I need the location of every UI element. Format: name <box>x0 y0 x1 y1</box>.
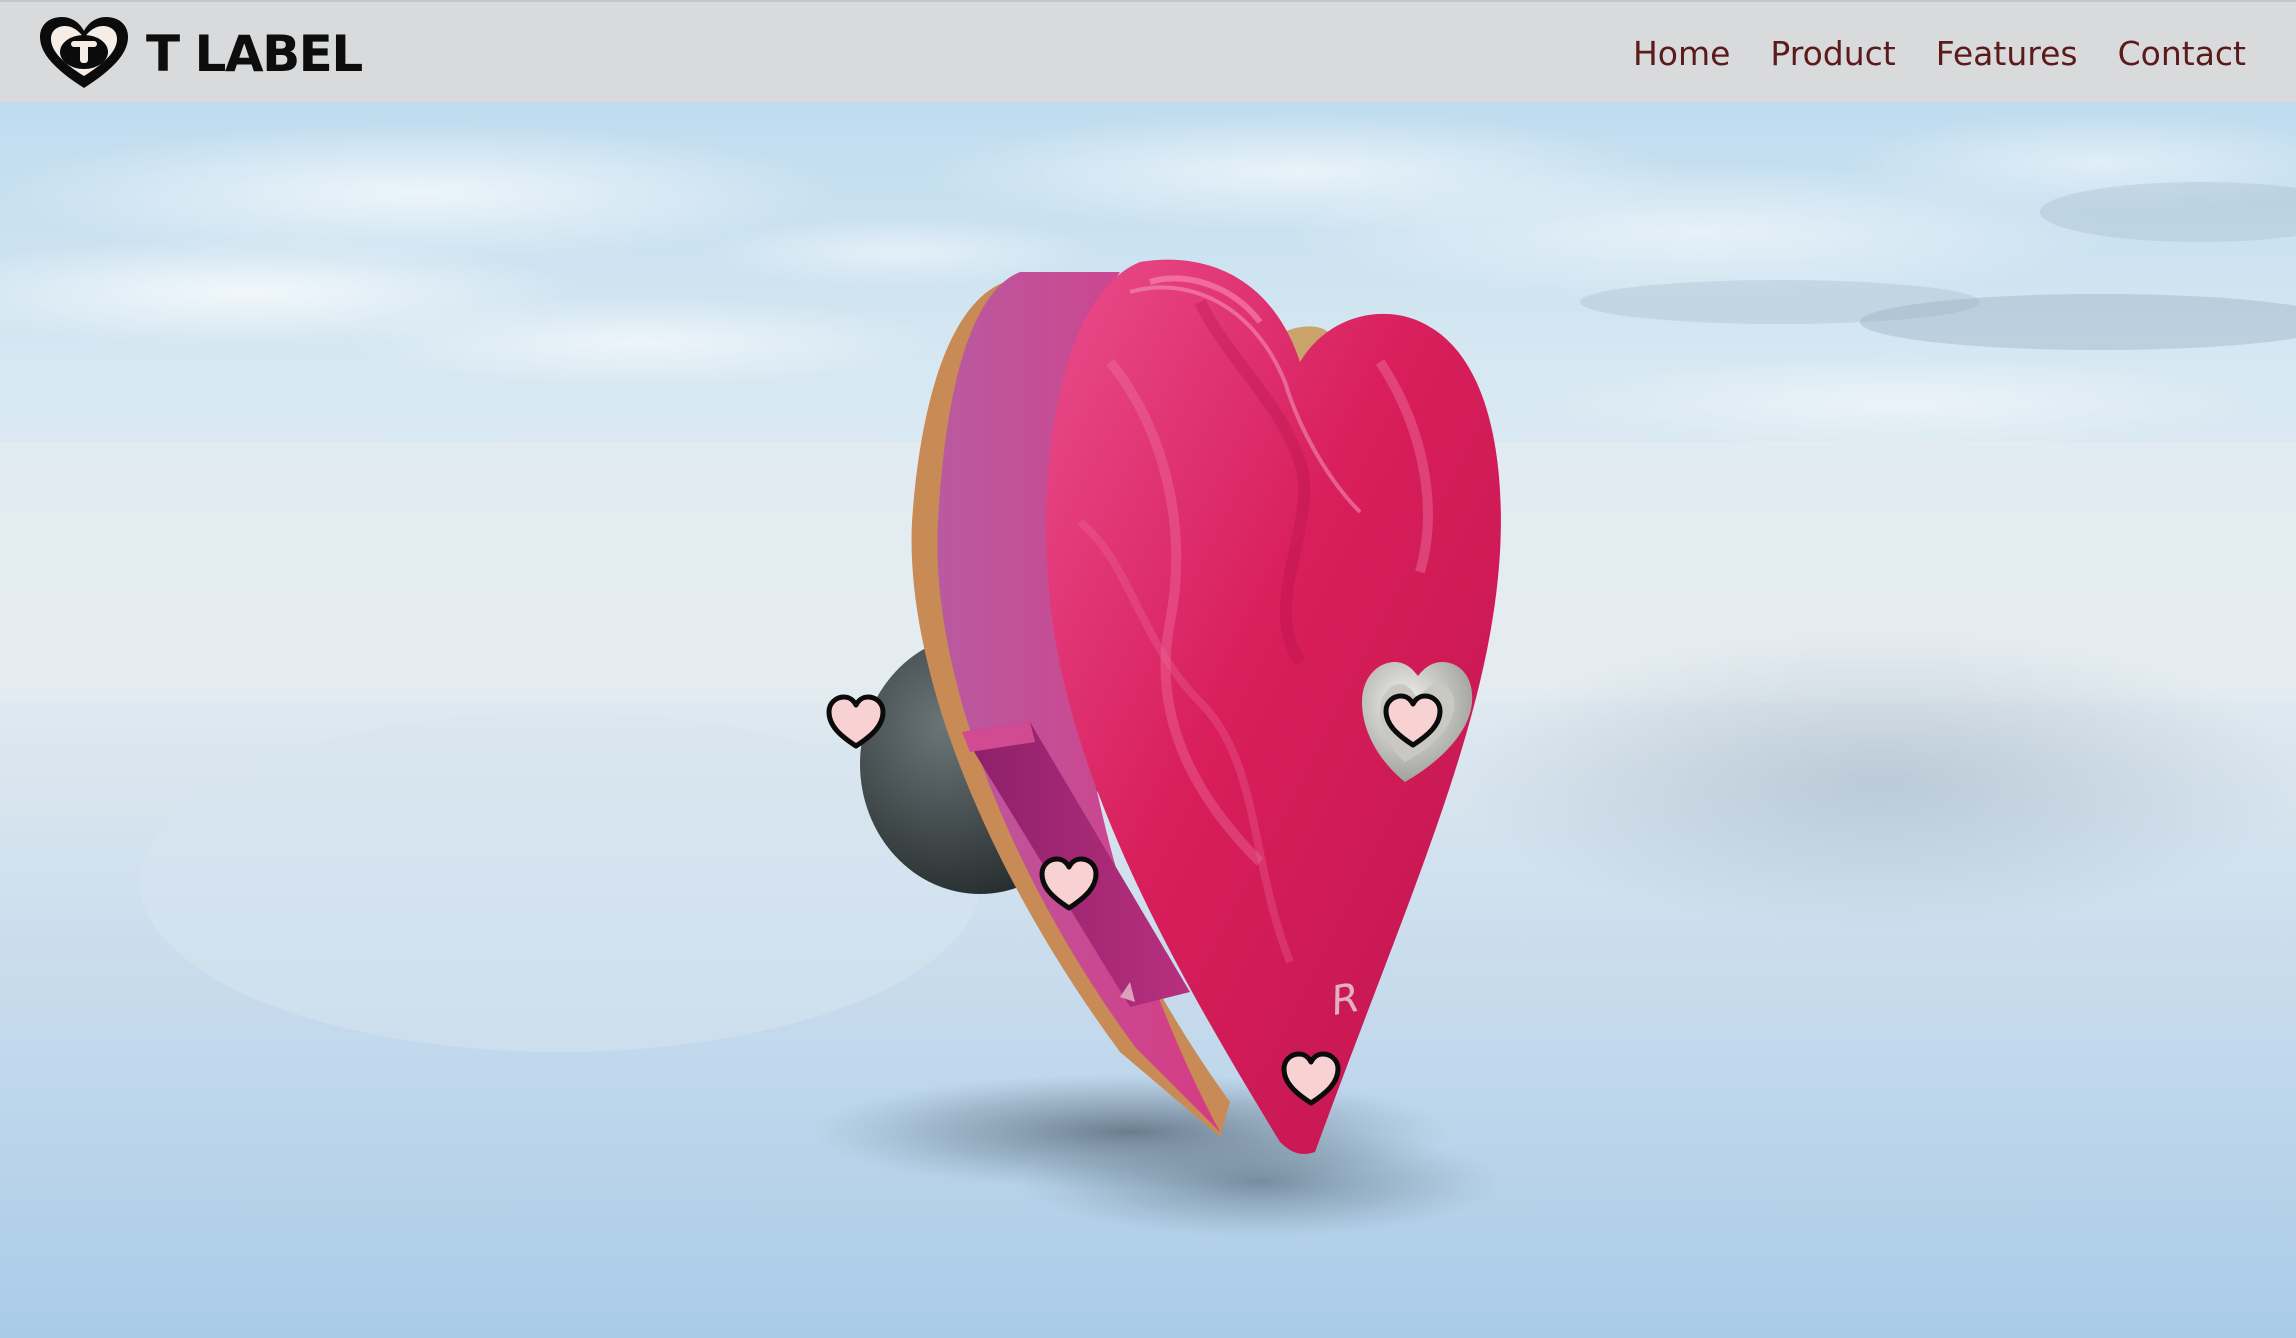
product-3d-viewer[interactable]: R <box>0 102 2296 1338</box>
heart-hotspot-icon <box>1039 856 1099 911</box>
nav-link-product[interactable]: Product <box>1770 34 1895 73</box>
nav-link-contact[interactable]: Contact <box>2118 34 2246 73</box>
hotspot-heart-1[interactable] <box>825 693 887 751</box>
hotspot-heart-2[interactable] <box>1382 692 1444 750</box>
navbar: T LABEL Home Product Features Contact <box>0 0 2296 102</box>
heart-hotspot-icon <box>826 694 886 749</box>
nav-link-features[interactable]: Features <box>1936 34 2078 73</box>
hotspot-heart-4[interactable] <box>1280 1050 1342 1108</box>
main-nav: Home Product Features Contact <box>1593 2 2246 104</box>
brand-name: T LABEL <box>146 25 363 83</box>
brand-link[interactable]: T LABEL <box>36 14 363 94</box>
heart-hotspot-icon <box>1281 1051 1341 1106</box>
product-viewer-page: T LABEL Home Product Features Contact R <box>0 0 2296 1338</box>
heart-hotspot-icon <box>1383 693 1443 748</box>
brand-heart-logo-icon <box>40 17 128 88</box>
nav-link-home[interactable]: Home <box>1633 34 1730 73</box>
sky-environment-background: R <box>0 102 2296 1338</box>
hotspot-heart-3[interactable] <box>1038 855 1100 913</box>
